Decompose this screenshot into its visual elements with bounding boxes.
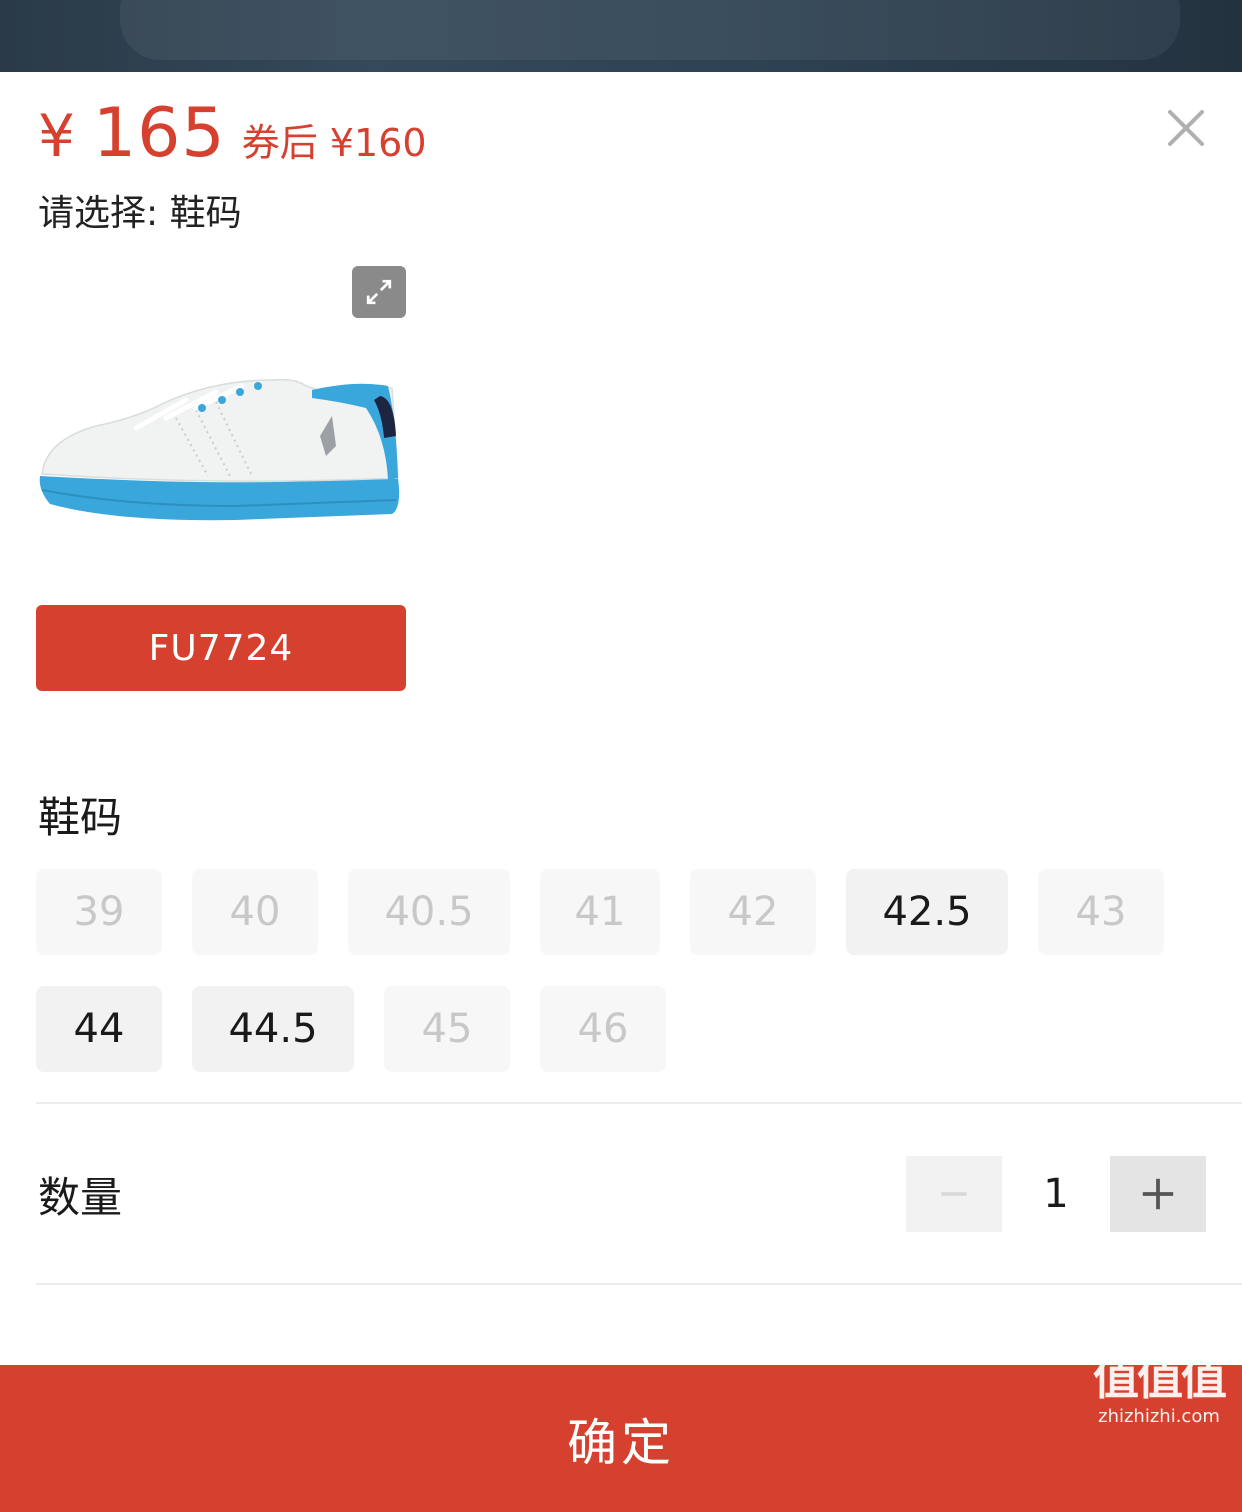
size-section-title: 鞋码 bbox=[38, 793, 123, 842]
product-photo-background bbox=[120, 0, 1180, 60]
size-option[interactable]: 39 bbox=[36, 869, 162, 955]
size-option[interactable]: 42.5 bbox=[846, 869, 1008, 955]
size-option[interactable]: 45 bbox=[384, 986, 510, 1072]
size-option[interactable]: 40.5 bbox=[348, 869, 510, 955]
size-option[interactable]: 40 bbox=[192, 869, 318, 955]
close-button[interactable] bbox=[1160, 102, 1212, 154]
minus-icon bbox=[941, 1192, 967, 1196]
quantity-label: 数量 bbox=[38, 1173, 123, 1222]
watermark-text: 值值值 bbox=[1093, 1351, 1227, 1405]
quantity-increase-button[interactable] bbox=[1110, 1156, 1206, 1232]
product-thumbnail[interactable] bbox=[36, 268, 406, 588]
size-option[interactable]: 41 bbox=[540, 869, 660, 955]
close-icon bbox=[1168, 110, 1204, 146]
expand-image-button[interactable] bbox=[352, 266, 406, 318]
divider bbox=[36, 1283, 1242, 1285]
quantity-decrease-button[interactable] bbox=[906, 1156, 1002, 1232]
size-option[interactable]: 46 bbox=[540, 986, 666, 1072]
size-option[interactable]: 43 bbox=[1038, 869, 1164, 955]
price-amount: 165 bbox=[92, 94, 226, 173]
size-option[interactable]: 42 bbox=[690, 869, 816, 955]
product-photo-strip bbox=[0, 0, 1242, 72]
confirm-button[interactable]: 确定 bbox=[0, 1365, 1242, 1512]
sku-selector-sheet: ¥ 165 券后 ¥160 请选择: 鞋码 FU7724 鞋码 39 40 40… bbox=[0, 72, 1242, 1512]
price-row: ¥ 165 券后 ¥160 bbox=[38, 94, 427, 173]
sneaker-image bbox=[39, 378, 400, 521]
size-option[interactable]: 44 bbox=[36, 986, 162, 1072]
divider bbox=[36, 1102, 1242, 1104]
sku-option-button[interactable]: FU7724 bbox=[36, 605, 406, 691]
expand-icon bbox=[366, 279, 392, 305]
quantity-value[interactable]: 1 bbox=[1006, 1156, 1106, 1232]
price-currency-symbol: ¥ bbox=[38, 102, 75, 170]
size-option[interactable]: 44.5 bbox=[192, 986, 354, 1072]
plus-icon bbox=[1142, 1178, 1174, 1210]
coupon-price: 券后 ¥160 bbox=[241, 121, 427, 165]
watermark-domain: zhizhizhi.com bbox=[1098, 1406, 1220, 1427]
site-watermark: 值值值 zhizhizhi.com bbox=[1084, 1350, 1234, 1440]
selection-hint: 请选择: 鞋码 bbox=[38, 193, 242, 234]
